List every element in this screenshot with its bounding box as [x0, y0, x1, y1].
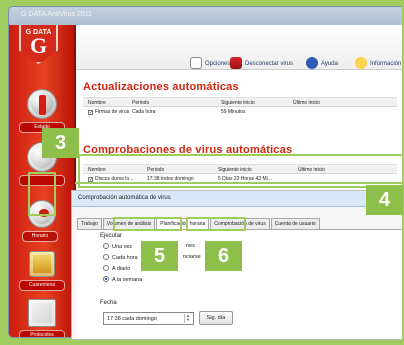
scheduling-tab-highlight: [186, 217, 246, 231]
outer-highlight-frame: [0, 0, 404, 345]
callout-4: 4: [366, 185, 403, 215]
callout-3: 3: [42, 128, 79, 158]
schedule-sidebar-highlight: [28, 172, 56, 216]
dialog-top-divider: [75, 182, 404, 184]
analysis-tab-highlight: [113, 217, 182, 231]
callout-5: 5: [141, 241, 178, 271]
callout-6: 6: [205, 241, 242, 271]
